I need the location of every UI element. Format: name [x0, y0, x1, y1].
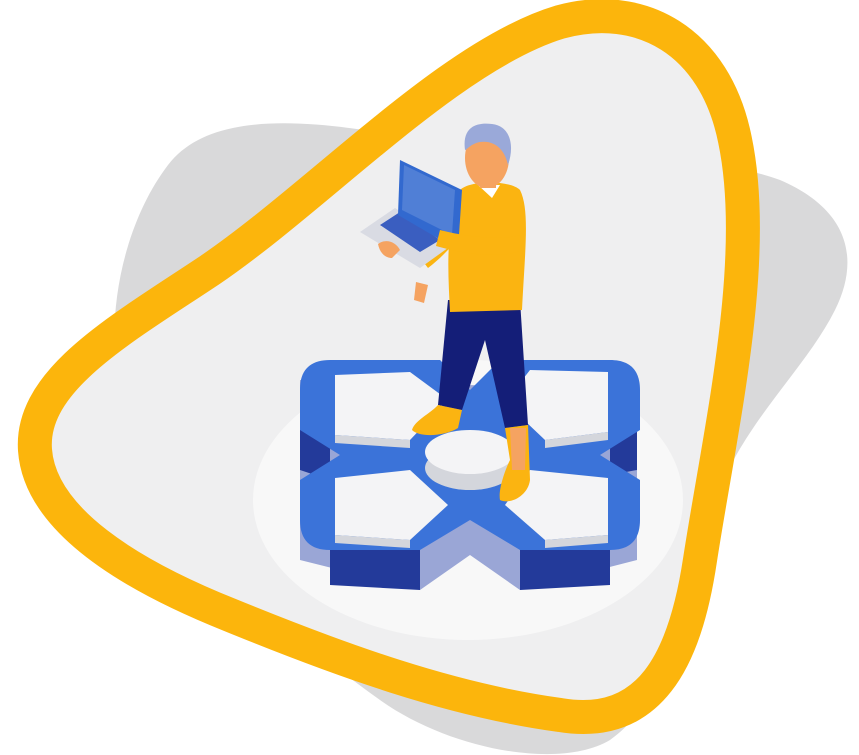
- illustration: [17, 0, 848, 755]
- center-disc: [425, 430, 515, 474]
